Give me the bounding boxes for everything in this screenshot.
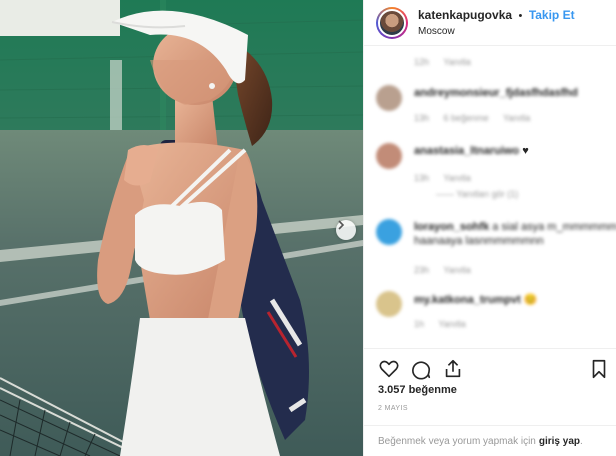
reply-link[interactable]: Yanıtla (503, 113, 530, 123)
comment-text: lorayon_sohfk a sial asya m_mmmmmm mn (414, 221, 616, 233)
comment-username[interactable]: lorayon_sohfk (414, 221, 489, 233)
comment-meta: 23h Yanıtla (414, 265, 483, 275)
post-sidebar: katenkapugovka • Takip Et Moscow 12h Yan… (363, 0, 616, 456)
chevron-right-icon (338, 220, 345, 230)
login-link[interactable]: giriş yap (539, 436, 580, 447)
comment-time: 13h (414, 113, 430, 123)
comment-meta: 12h Yanıtla (414, 57, 483, 67)
avatar[interactable] (376, 291, 402, 317)
comment-username[interactable]: andreymonsieur_fjdasfhdasfhd (414, 87, 578, 99)
comment-body: a sial asya m_mmmmmm mn (492, 221, 616, 233)
avatar[interactable] (376, 85, 402, 111)
post-actions: 3.057 beğenme 2 MAYIS Beğenmek veya yoru… (364, 348, 616, 456)
tennis-player-photo (0, 0, 363, 456)
bookmark-icon[interactable] (588, 358, 610, 380)
comment-meta: 13h 6 beğenme Yanıtla (414, 113, 542, 123)
view-replies-link[interactable]: —— Yanıtları gör (1) (436, 189, 518, 199)
comment-likes[interactable]: 6 beğenme (444, 113, 489, 123)
comment-text-line2: haanaaya lasnmmmmmnn (414, 235, 544, 247)
comment-meta: 13h Yanıtla (414, 173, 483, 183)
comment-username[interactable]: anastasia_ltnaruiwo (414, 145, 519, 157)
post-photo[interactable] (0, 0, 363, 456)
comment-time: 1h (414, 319, 425, 329)
avatar[interactable] (376, 143, 402, 169)
comment-text: andreymonsieur_fjdasfhdasfhd (414, 87, 578, 99)
login-prompt-text: Beğenmek veya yorum yapmak için (378, 436, 536, 447)
comment-meta: 1h Yanıtla (414, 319, 478, 329)
reply-link[interactable]: Yanıtla (443, 265, 470, 275)
comment-icon[interactable] (410, 358, 432, 380)
post-header: katenkapugovka • Takip Et Moscow (364, 0, 616, 46)
username-link[interactable]: katenkapugovka (418, 8, 512, 22)
heart-emoji: ♥ (522, 145, 529, 157)
comments-list: 12h Yanıtla andreymonsieur_fjdasfhdasfhd… (364, 47, 616, 349)
comment-time: 13h (414, 173, 430, 183)
comment-text: anastasia_ltnaruiwo ♥ (414, 145, 529, 157)
login-prompt: Beğenmek veya yorum yapmak için giriş ya… (364, 425, 616, 456)
share-icon[interactable] (442, 358, 464, 380)
next-photo-button[interactable] (336, 220, 356, 240)
comment-time: 23h (414, 265, 430, 275)
location-link[interactable]: Moscow (418, 24, 575, 39)
post-date: 2 MAYIS (378, 405, 408, 412)
reply-link[interactable]: Yanıtla (443, 173, 470, 183)
comment-body: 😊 (523, 294, 538, 306)
comment-time: 12h (414, 57, 430, 67)
comment-username[interactable]: my.katkona_trumpvt (414, 294, 521, 306)
reply-link[interactable]: Yanıtla (443, 57, 470, 67)
instagram-post: katenkapugovka • Takip Et Moscow 12h Yan… (0, 0, 616, 456)
separator-dot: • (518, 9, 523, 22)
comment-text: my.katkona_trumpvt 😊 (414, 293, 538, 306)
likes-count[interactable]: 3.057 beğenme (378, 384, 457, 396)
follow-button[interactable]: Takip Et (529, 8, 575, 22)
heart-icon[interactable] (378, 358, 400, 380)
avatar[interactable] (376, 6, 408, 39)
reply-link[interactable]: Yanıtla (438, 319, 465, 329)
login-suffix: . (580, 436, 583, 447)
avatar[interactable] (376, 219, 402, 245)
